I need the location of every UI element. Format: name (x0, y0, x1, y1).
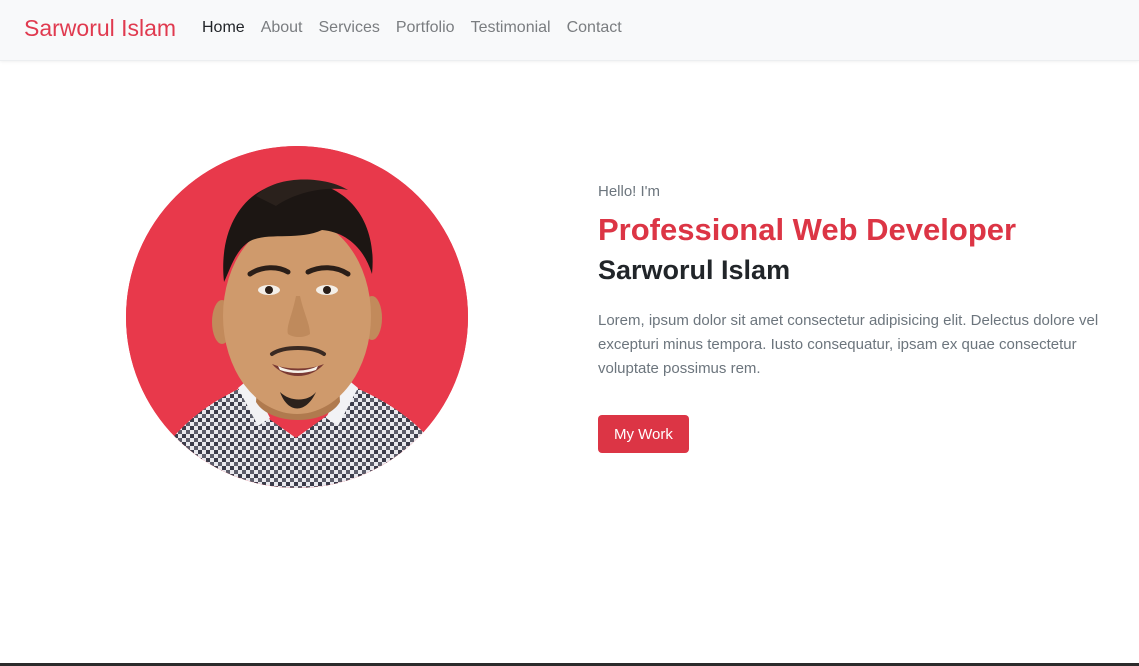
nav-item-contact[interactable]: Contact (567, 19, 622, 36)
nav-item-portfolio[interactable]: Portfolio (396, 19, 455, 36)
profile-photo (126, 146, 468, 488)
top-navbar: Sarworul Islam Home About Services Portf… (0, 0, 1139, 61)
hero-role-heading: Professional Web Developer (598, 212, 1017, 247)
nav-item-testimonial[interactable]: Testimonial (471, 19, 551, 36)
hero-name: Sarworul Islam (598, 255, 791, 285)
nav-item-about[interactable]: About (261, 19, 303, 36)
my-work-button[interactable]: My Work (598, 415, 689, 453)
nav-menu: Home About Services Portfolio Testimonia… (202, 19, 622, 37)
hero-greeting: Hello! I'm (598, 183, 661, 200)
hero-description: Lorem, ipsum dolor sit amet consectetur … (598, 312, 1099, 377)
hero-text-block: Hello! I'm Professional Web Developer Sa… (598, 183, 1139, 381)
nav-item-services[interactable]: Services (319, 19, 380, 36)
brand-logo[interactable]: Sarworul Islam (24, 15, 176, 42)
nav-item-home[interactable]: Home (202, 19, 245, 36)
